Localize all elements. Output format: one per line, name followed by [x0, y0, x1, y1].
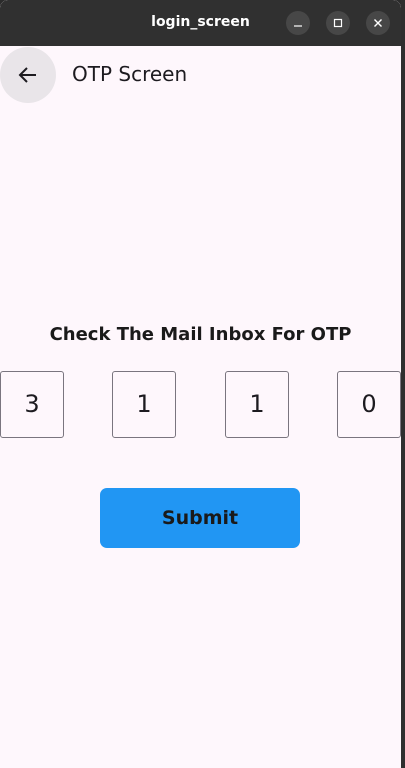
arrow-left-icon	[18, 67, 36, 83]
app-window: login_screen OTP Screen Check The Mail I…	[0, 0, 401, 768]
title-bar[interactable]: login_screen	[0, 0, 401, 46]
otp-instruction-heading: Check The Mail Inbox For OTP	[49, 324, 352, 345]
window-right-edge	[401, 0, 405, 768]
submit-button[interactable]: Submit	[100, 488, 300, 548]
close-button[interactable]	[366, 11, 390, 35]
app-bar: OTP Screen	[0, 46, 401, 104]
maximize-icon	[333, 18, 343, 28]
minimize-icon	[294, 25, 302, 27]
otp-digit-field-3[interactable]: 1	[225, 371, 289, 438]
close-icon	[374, 19, 382, 27]
page-title: OTP Screen	[72, 62, 188, 86]
maximize-button[interactable]	[326, 11, 350, 35]
back-button[interactable]	[0, 47, 56, 103]
otp-digit-field-1[interactable]: 3	[0, 371, 64, 438]
minimize-button[interactable]	[286, 11, 310, 35]
otp-digit-field-2[interactable]: 1	[112, 371, 176, 438]
otp-digit-field-4[interactable]: 0	[337, 371, 401, 438]
